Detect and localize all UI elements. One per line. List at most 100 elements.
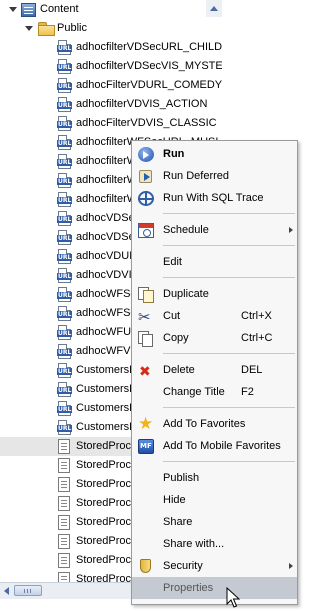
sql-trace-icon [138,191,154,206]
url-icon: URL [57,325,73,340]
menu-item-label: Add To Favorites [163,418,246,430]
duplicate-icon [138,287,154,303]
expand-arrow-icon[interactable] [8,0,17,19]
expand-arrow-icon[interactable] [24,19,33,38]
menu-item-publish[interactable]: Publish [132,467,297,489]
run-icon [138,147,154,162]
menu-item-schedule[interactable]: Schedule [132,219,297,241]
menu-item-label: Run With SQL Trace [163,192,264,204]
menu-item-label: Share with... [163,538,225,550]
tree-item[interactable]: URL adhocFilterVDVIS_CLASSIC [0,114,222,133]
menu-item-properties[interactable]: Properties [132,577,297,599]
menu-item-run-deferred[interactable]: Run Deferred [132,165,297,187]
menu-item-delete[interactable]: Delete DEL [132,359,297,383]
copy-icon [138,331,154,347]
tree-item[interactable]: URL adhocfilterVDVIS_ACTION [0,95,222,114]
menu-item-shortcut: Ctrl+C [241,332,273,344]
scroll-left-arrow-icon[interactable] [4,587,9,595]
menu-separator [163,213,295,214]
menu-item-run[interactable]: Run [132,143,297,165]
menu-item-label: Run Deferred [163,170,230,182]
tree-item-label: adhocFilterVDVIS_CLASSIC [76,117,217,129]
menu-separator [163,407,295,408]
tree-item-label: CustomersD [76,421,138,433]
url-icon: URL [57,192,73,207]
url-icon: URL [57,344,73,359]
menu-item-share[interactable]: Share [132,511,297,533]
menu-item-label: Edit [163,256,182,268]
menu-item-label: Delete [163,364,195,376]
scroll-up-arrow-icon [210,6,218,11]
document-icon [58,572,70,582]
document-icon [58,458,70,473]
tree-item-label: adhocWFVI [76,345,134,357]
menu-item-shortcut: DEL [241,364,263,376]
tree-node-content[interactable]: Content [0,0,222,19]
menu-item-duplicate[interactable]: Duplicate [132,283,297,305]
document-icon [58,496,70,511]
mobile-favorites-icon-text: MF [140,442,152,450]
menu-item-add-to-mobile-favorites[interactable]: MF Add To Mobile Favorites [132,435,297,457]
folder-icon [38,22,55,36]
menu-item-hide[interactable]: Hide [132,489,297,511]
cut-icon [138,306,154,328]
delete-icon [138,361,154,383]
tree-item-label: StoredProc [76,573,132,582]
tree-node-label: Public [57,22,87,34]
menu-item-cut[interactable]: Cut Ctrl+X [132,305,297,328]
menu-item-share-with[interactable]: Share with... [132,533,297,555]
menu-item-label: Share [163,516,193,528]
tree-item-label: CustomersD [76,364,138,376]
menu-item-label: Add To Mobile Favorites [163,440,281,452]
vertical-scroll-up-button[interactable] [206,0,222,17]
tree-item-label: adhocVDVIS [76,269,139,281]
tree-node-public[interactable]: Public [0,19,222,38]
favorites-star-icon [138,413,154,435]
menu-item-label: Copy [163,332,189,344]
context-menu: Run Run Deferred Run With SQL Trace Schedul… [131,140,298,605]
menu-item-label: Properties [163,582,214,594]
mouse-cursor-icon [226,587,240,608]
document-icon [58,477,70,492]
tree-item[interactable]: URL adhocfilterVDSecURL_CHILD [0,38,222,57]
url-icon: URL [57,306,73,321]
url-icon: URL [57,268,73,283]
tree-item[interactable]: URL adhocFilterVDURL_COMEDY [0,76,222,95]
url-icon: URL [57,249,73,264]
url-icon: URL [57,211,73,226]
document-icon [58,515,70,530]
tree-item[interactable]: URL adhocfilterVDSecVIS_MYSTE [0,57,222,76]
menu-item-security[interactable]: Security [132,555,297,577]
menu-item-label: Hide [163,494,186,506]
url-icon: URL [57,78,73,93]
menu-item-label: Security [163,560,203,572]
document-icon [58,439,70,454]
tree-item-label: adhocVDSe [76,231,135,243]
url-icon: URL [57,116,73,131]
menu-separator [163,245,295,246]
menu-item-copy[interactable]: Copy Ctrl+C [132,327,297,349]
tree-item-label: StoredProc [76,459,132,471]
menu-item-run-with-sql-trace[interactable]: Run With SQL Trace [132,187,297,209]
menu-item-shortcut: Ctrl+X [241,310,272,322]
menu-item-label: Run [163,148,185,160]
tree-item-label: adhocfilterVDVIS_ACTION [76,98,208,110]
tree-item-label: StoredProc [76,478,132,490]
tree-item-label: CustomersD [76,402,138,414]
menu-item-edit[interactable]: Edit [132,251,297,273]
tree-item-label: CustomersD [76,383,138,395]
url-icon: URL [57,154,73,169]
horizontal-scroll-thumb[interactable] [14,585,42,596]
mobile-favorites-icon: MF [138,439,154,454]
menu-item-add-to-favorites[interactable]: Add To Favorites [132,413,297,435]
menu-separator [163,461,295,462]
tree-item-label: StoredProc [76,554,132,566]
url-icon: URL [57,420,73,435]
tree-item-label: StoredProc [76,516,132,528]
menu-separator [163,277,295,278]
tree-item-label: adhocfilterW [76,193,138,205]
menu-item-label: Duplicate [163,288,209,300]
menu-item-shortcut: F2 [241,386,254,398]
menu-item-change-title[interactable]: Change Title F2 [132,381,297,403]
url-icon: URL [57,40,73,55]
